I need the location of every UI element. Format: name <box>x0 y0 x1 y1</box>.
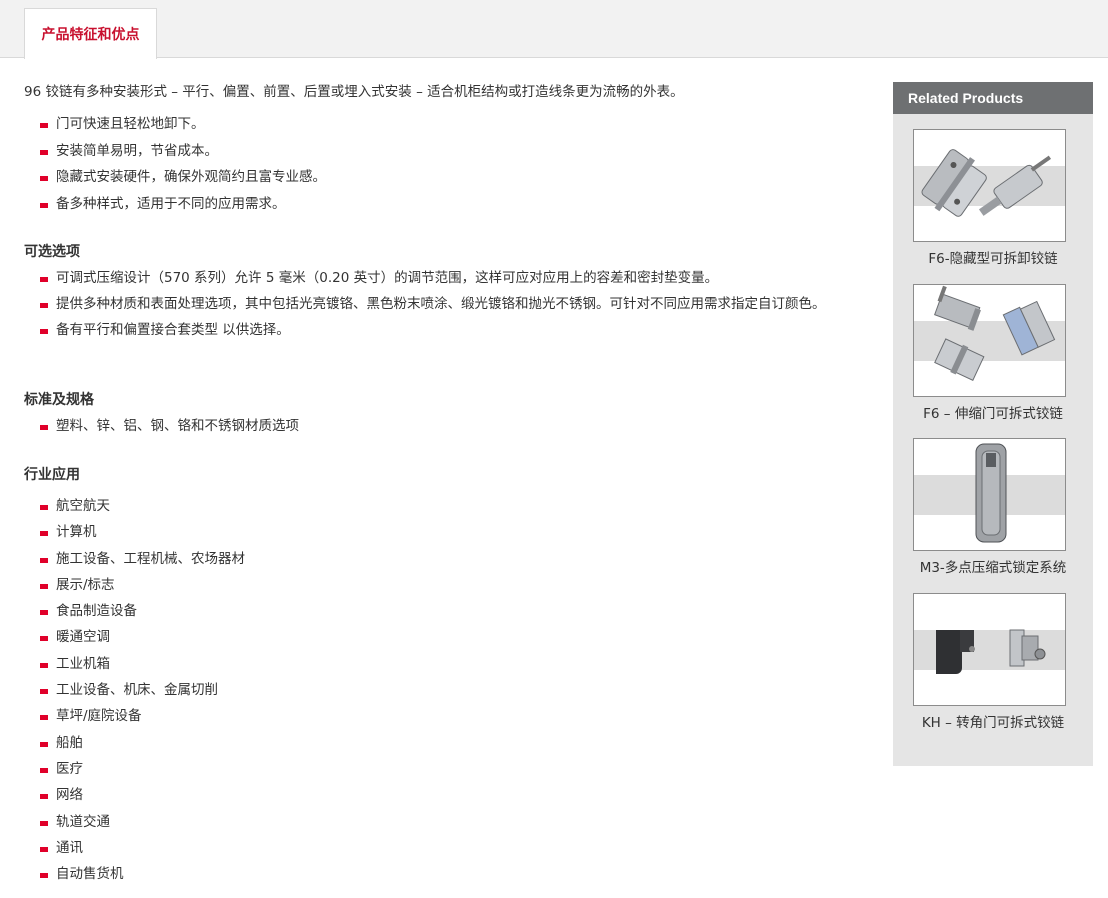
feature-list: 门可快速且轻松地卸下。 安装简单易明，节省成本。隐藏式安装硬件，确保外观简约且富专… <box>24 114 864 220</box>
list-item: 医疗 <box>24 759 864 779</box>
list-item-text: 展示/标志 <box>56 576 115 593</box>
list-item-text: 航空航天 <box>56 498 110 514</box>
bullet-icon <box>40 846 48 852</box>
list-item-text: 食品制造设备 <box>56 603 137 620</box>
options-heading: 可选选项 <box>24 244 80 260</box>
bullet-icon <box>40 583 48 589</box>
industries-heading: 行业应用 <box>24 467 80 483</box>
list-item: 计算机 <box>24 522 864 542</box>
list-item: 安装简单易明，节省成本。 <box>24 141 864 161</box>
bullet-icon <box>40 610 48 616</box>
list-item-text: 计算机 <box>56 524 97 541</box>
bullet-icon <box>40 767 48 773</box>
list-item-text: 暖通空调 <box>56 629 110 646</box>
list-item: 通讯 <box>24 838 864 858</box>
bullet-icon <box>40 277 48 282</box>
tab-bar: 产品特征和优点 <box>0 0 1108 59</box>
compression-latch-photo[interactable] <box>913 438 1066 551</box>
bullet-icon <box>40 873 48 879</box>
list-item: 可调式压缩设计（570 系列）允许 5 毫米（0.20 英寸）的调节范围，这样可… <box>24 268 864 288</box>
bullet-icon <box>40 715 48 721</box>
related-product-card[interactable]: F6-隐藏型可拆卸铰链 <box>893 129 1093 274</box>
bullet-icon <box>40 176 48 181</box>
tab-features-benefits[interactable]: 产品特征和优点 <box>24 8 157 59</box>
list-item: 轨道交通 <box>24 812 864 832</box>
related-product-caption[interactable]: F6 – 伸缩门可拆式铰链 <box>893 404 1093 424</box>
related-product-caption[interactable]: KH – 转角门可拆式铰链 <box>893 713 1093 733</box>
bullet-icon <box>40 636 48 642</box>
list-item: 自动售货机 <box>24 864 864 884</box>
related-products-title: Related Products <box>893 82 1093 114</box>
bullet-icon <box>40 741 48 747</box>
list-item-text: 工业机箱 <box>56 655 110 672</box>
list-item-text: 塑料、锌、铝、钢、铬和不锈钢材质选项 <box>56 418 299 434</box>
related-product-card[interactable]: KH – 转角门可拆式铰链 <box>893 593 1093 738</box>
lift-off-hinge-photo[interactable] <box>913 284 1066 397</box>
list-item-text: 草坪/庭院设备 <box>56 708 142 725</box>
list-item-text: 提供多种材质和表面处理选项，其中包括光亮镀铬、黑色粉末喷涂、缎光镀铬和抛光不锈钢… <box>56 296 826 312</box>
list-item: 提供多种材质和表面处理选项，其中包括光亮镀铬、黑色粉末喷涂、缎光镀铬和抛光不锈钢… <box>24 294 864 314</box>
list-item-text: 备有平行和偏置接合套类型 以供选择。 <box>56 322 290 338</box>
list-item-text: 通讯 <box>56 839 83 856</box>
related-product-card[interactable]: M3-多点压缩式锁定系统 <box>893 438 1093 583</box>
list-item-text: 备多种样式，适用于不同的应用需求。 <box>56 195 286 212</box>
bullet-icon <box>40 303 48 308</box>
list-item-text: 隐藏式安装硬件，确保外观简约且富专业感。 <box>56 169 326 185</box>
list-item: 航空航天 <box>24 496 864 516</box>
bullet-icon <box>40 557 48 563</box>
specs-heading: 标准及规格 <box>24 392 94 408</box>
list-item: 食品制造设备 <box>24 601 864 621</box>
main-content: 96 铰链有多种安装形式 – 平行、偏置、前置、后置或埋入式安装 – 适合机柜结… <box>24 82 864 882</box>
related-product-caption[interactable]: F6-隐藏型可拆卸铰链 <box>893 249 1093 269</box>
bullet-icon <box>40 689 48 695</box>
bullet-icon <box>40 820 48 826</box>
list-item: 隐藏式安装硬件，确保外观简约且富专业感。 <box>24 167 864 187</box>
list-item: 船舶 <box>24 733 864 753</box>
list-item: 工业设备、机床、金属切削 <box>24 680 864 700</box>
specs-list: 塑料、锌、铝、钢、铬和不锈钢材质选项 <box>24 416 864 442</box>
bullet-icon <box>40 149 48 155</box>
list-item-text: 医疗 <box>56 760 83 777</box>
list-item: 网络 <box>24 785 864 805</box>
list-item-text: 工业设备、机床、金属切削 <box>56 682 218 699</box>
list-item: 暖通空调 <box>24 627 864 647</box>
bullet-icon <box>40 202 48 208</box>
list-item-text: 施工设备、工程机械、农场器材 <box>56 550 245 567</box>
list-item-text: 门可快速且轻松地卸下。 <box>56 116 205 132</box>
list-item-text: 网络 <box>56 787 83 804</box>
bullet-icon <box>40 329 48 334</box>
list-item-text: 轨道交通 <box>56 813 110 830</box>
corner-hinge-photo[interactable] <box>913 593 1066 706</box>
bullet-icon <box>40 531 48 537</box>
bullet-icon <box>40 123 48 128</box>
list-item: 展示/标志 <box>24 575 864 595</box>
concealed-hinge-photo[interactable] <box>913 129 1066 242</box>
related-product-card[interactable]: F6 – 伸缩门可拆式铰链 <box>893 284 1093 429</box>
list-item: 草坪/庭院设备 <box>24 706 864 726</box>
list-item-text: 自动售货机 <box>56 866 124 883</box>
list-item: 工业机箱 <box>24 654 864 674</box>
bullet-icon <box>40 425 48 430</box>
options-list: 可调式压缩设计（570 系列）允许 5 毫米（0.20 英寸）的调节范围，这样可… <box>24 268 864 346</box>
bullet-icon <box>40 794 48 800</box>
related-products-panel: Related Products F6-隐藏型可拆卸铰链 F6 – 伸缩门可拆式… <box>893 82 1093 766</box>
list-item: 施工设备、工程机械、农场器材 <box>24 549 864 569</box>
related-product-caption[interactable]: M3-多点压缩式锁定系统 <box>893 558 1093 578</box>
bullet-icon <box>40 505 48 510</box>
list-item: 门可快速且轻松地卸下。 <box>24 114 864 134</box>
list-item: 备多种样式，适用于不同的应用需求。 <box>24 194 864 214</box>
bullet-icon <box>40 662 48 668</box>
list-item: 塑料、锌、铝、钢、铬和不锈钢材质选项 <box>24 416 864 436</box>
list-item: 备有平行和偏置接合套类型 以供选择。 <box>24 320 864 340</box>
list-item-text: 安装简单易明，节省成本。 <box>56 142 218 159</box>
intro-text: 96 铰链有多种安装形式 – 平行、偏置、前置、后置或埋入式安装 – 适合机柜结… <box>24 84 684 100</box>
industries-list: 航空航天计算机施工设备、工程机械、农场器材 展示/标志食品制造设备 暖通空调工业机箱… <box>24 496 864 890</box>
list-item-text: 船舶 <box>56 734 83 751</box>
list-item-text: 可调式压缩设计（570 系列）允许 5 毫米（0.20 英寸）的调节范围，这样可… <box>56 270 719 286</box>
